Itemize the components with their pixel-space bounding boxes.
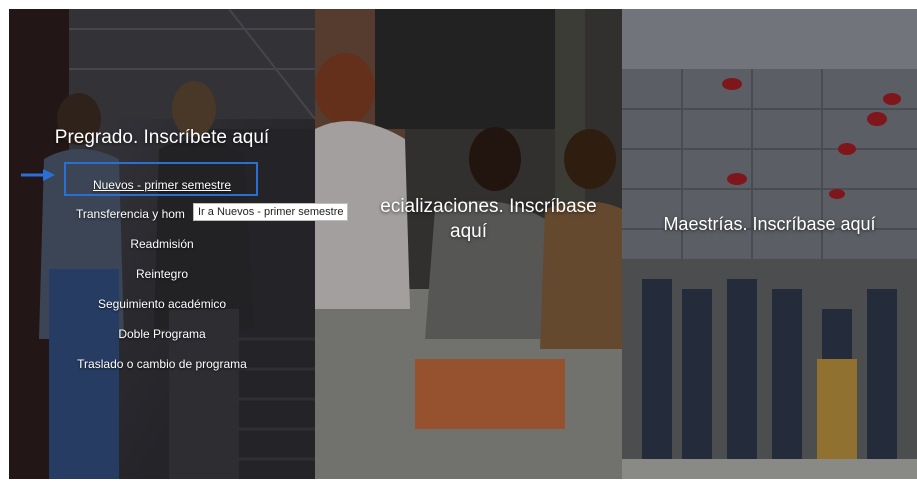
link-traslado[interactable]: Traslado o cambio de programa [9,357,315,371]
link-seguimiento-academico[interactable]: Seguimiento académico [9,297,315,311]
link-nuevos-primer-semestre[interactable]: Nuevos - primer semestre [9,178,315,192]
pregrado-panel[interactable]: Pregrado. Inscríbete aquí Nuevos - prime… [9,9,315,479]
especializaciones-panel[interactable]: ecializaciones. Inscríbase aquí [315,9,622,479]
especializaciones-title[interactable]: ecializaciones. Inscríbase aquí [315,194,622,244]
panel-overlay [315,9,622,479]
link-transferencia[interactable]: Transferencia y hom [76,207,185,221]
maestrias-title[interactable]: Maestrías. Inscríbase aquí [622,212,917,237]
tooltip: Ir a Nuevos - primer semestre [193,203,349,221]
especializaciones-title-line1: ecializaciones. Inscríbase [380,196,597,217]
especializaciones-title-line2: aquí [450,221,487,242]
link-readmision[interactable]: Readmisión [9,237,315,251]
program-panels: Pregrado. Inscríbete aquí Nuevos - prime… [9,9,917,479]
link-reintegro[interactable]: Reintegro [9,267,315,281]
panel-overlay [622,9,917,479]
maestrias-panel[interactable]: Maestrías. Inscríbase aquí [622,9,917,479]
link-doble-programa[interactable]: Doble Programa [9,327,315,341]
pregrado-title[interactable]: Pregrado. Inscríbete aquí [9,125,315,150]
